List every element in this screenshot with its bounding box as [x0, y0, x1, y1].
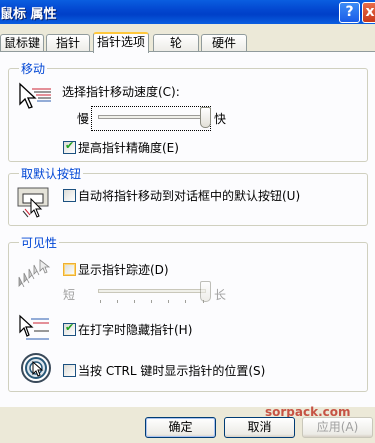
- tab-buttons[interactable]: 鼠标键: [0, 34, 44, 52]
- speed-slider-track[interactable]: [98, 115, 206, 119]
- snap-group-title: 取默认按钮: [19, 165, 84, 182]
- precision-label[interactable]: 提高指针精确度(E): [78, 139, 179, 156]
- speed-slow-label: 慢: [77, 112, 90, 126]
- cancel-button[interactable]: 取消: [224, 417, 295, 438]
- tab-hardware[interactable]: 硬件: [201, 34, 247, 52]
- close-button[interactable]: x: [362, 2, 375, 23]
- title-bar[interactable]: 鼠标 属性 ? x: [0, 0, 375, 24]
- snap-to-button-icon: [17, 185, 51, 219]
- trails-slider-track[interactable]: [98, 289, 206, 293]
- ctrl-locate-checkbox[interactable]: [63, 364, 76, 377]
- apply-button[interactable]: 应用(A): [302, 417, 373, 438]
- tab-pointers[interactable]: 指针: [46, 34, 90, 52]
- close-icon: x: [365, 4, 375, 20]
- tab-pointer-options[interactable]: 指针选项: [93, 32, 149, 53]
- trails-long-label: 长: [214, 288, 227, 302]
- speed-fast-label: 快: [214, 112, 227, 126]
- pointer-speed-icon: [17, 81, 53, 111]
- motion-group-title: 移动: [19, 60, 48, 77]
- snap-checkbox[interactable]: [63, 189, 76, 202]
- trails-checkbox[interactable]: [63, 263, 76, 276]
- trails-label[interactable]: 显示指针踪迹(D): [78, 261, 169, 278]
- ok-button[interactable]: 确定: [145, 417, 216, 438]
- hide-pointer-icon: [17, 314, 51, 342]
- window-title: 鼠标 属性: [0, 7, 57, 22]
- help-button[interactable]: ?: [339, 2, 360, 23]
- tab-wheel[interactable]: 轮: [153, 34, 199, 52]
- speed-slider-thumb[interactable]: [200, 107, 211, 128]
- speed-label: 选择指针移动速度(C):: [62, 85, 180, 99]
- trails-slider-ticks: [100, 300, 204, 304]
- ctrl-locate-icon: [20, 352, 52, 384]
- precision-checkbox[interactable]: [63, 139, 76, 154]
- trails-slider-thumb[interactable]: [200, 281, 211, 302]
- pointer-trails-icon: [16, 255, 52, 288]
- help-icon: ?: [345, 4, 354, 20]
- snap-label[interactable]: 自动将指针移动到对话框中的默认按钮(U): [78, 187, 300, 204]
- hide-while-typing-label[interactable]: 在打字时隐藏指针(H): [78, 321, 192, 338]
- ctrl-locate-label[interactable]: 当按 CTRL 键时显示指针的位置(S): [78, 362, 265, 379]
- visibility-group-title: 可见性: [19, 234, 60, 251]
- hide-while-typing-checkbox[interactable]: [63, 321, 76, 336]
- trails-short-label: 短: [63, 288, 76, 302]
